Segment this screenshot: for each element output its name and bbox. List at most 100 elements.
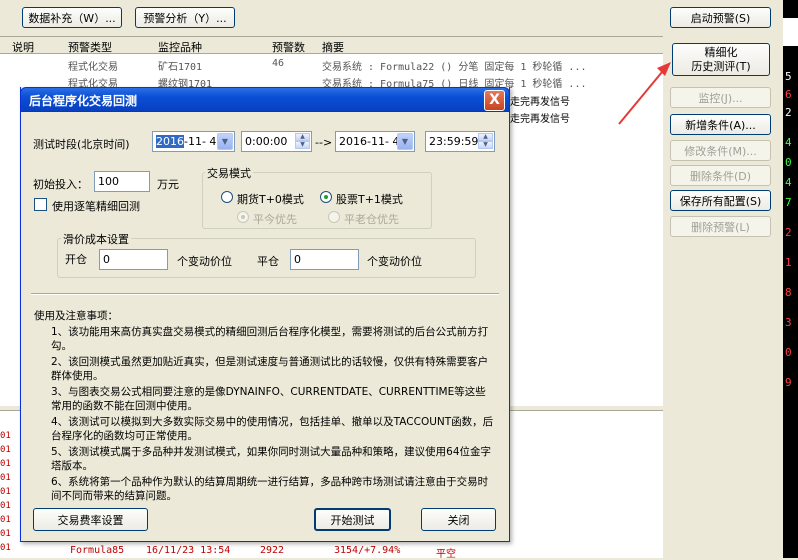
backtest-dialog: 后台程序化交易回测 X 测试时段(北京时间) 2016-11- 4 ▼ 0:00…	[20, 87, 510, 542]
fine-backtest-label: 使用逐笔精细回测	[52, 200, 140, 213]
close-dialog-button[interactable]: 关闭	[421, 508, 496, 531]
close-position-label: 平仓	[257, 255, 279, 268]
note-item: 2、该回测模式虽然更加贴近真实，但是测试速度与普通测试比的话较慢，仅供有特殊需要…	[51, 356, 489, 382]
spinner-arrows-icon[interactable]: ▲ ▼	[295, 133, 310, 150]
fine-history-label-2: 历史测评(T)	[691, 59, 751, 73]
row-marker: 01	[0, 543, 11, 553]
modify-condition-button[interactable]: 修改条件(M)...	[670, 140, 771, 161]
divider	[31, 293, 499, 295]
fine-backtest-checkbox[interactable]	[34, 198, 47, 211]
note-item: 3、与图表交易公式相同要注意的是像DYNAINFO、CURRENTDATE、CU…	[51, 386, 486, 412]
futures-mode-label: 期货T+0模式	[237, 193, 304, 206]
row-marker: 01	[0, 431, 11, 441]
start-date-rest: -11- 4	[184, 135, 217, 148]
cell-datetime: 16/11/23 13:54	[146, 545, 231, 556]
chart-number: 5	[785, 70, 792, 83]
chart-number: 6	[785, 88, 792, 101]
col-header-variety[interactable]: 监控品种	[158, 39, 202, 55]
stock-mode-radio[interactable]	[320, 191, 332, 203]
chevron-down-icon[interactable]: ▼	[397, 133, 413, 150]
end-time-value: 23:59:59	[429, 135, 479, 148]
col-header-count[interactable]: 预警数	[272, 39, 305, 55]
close-slippage-input[interactable]: 0	[290, 249, 359, 270]
trade-mode-title: 交易模式	[205, 165, 253, 181]
delete-condition-button[interactable]: 删除条件(D)	[670, 165, 771, 186]
close-today-first-radio[interactable]	[237, 211, 249, 223]
futures-mode-radio[interactable]	[221, 191, 233, 203]
row-marker: 01	[0, 501, 11, 511]
fee-settings-button[interactable]: 交易费率设置	[33, 508, 148, 531]
row-marker: 01	[0, 515, 11, 525]
toolbar: 数据补充（W）... 预警分析（Y）...	[0, 0, 663, 36]
dialog-titlebar[interactable]: 后台程序化交易回测 X	[20, 87, 510, 112]
stock-mode-label: 股票T+1模式	[336, 193, 403, 206]
chart-window-edge: 5 6 2 4 0 4 7 2 1 8 3 0 9	[783, 0, 798, 558]
note-item: 6、系统将第一个品种作为默认的结算周期统一进行结算，多品种跨市场测试请注意由于交…	[51, 476, 489, 502]
cell-summary: 交易系统 : Formula22 () 分笔 固定每 1 秒轮循 ...	[322, 62, 587, 73]
initial-investment-unit: 万元	[157, 178, 179, 191]
fine-history-label-1: 精细化	[704, 45, 738, 59]
cell-value: 2922	[260, 545, 285, 556]
row-marker: 01	[0, 445, 11, 455]
close-slippage-unit: 个变动价位	[367, 255, 422, 268]
chart-number: 0	[785, 346, 792, 359]
open-position-label: 开仓	[65, 253, 87, 266]
open-slippage-input[interactable]: 0	[99, 249, 168, 270]
cell-summary: 走完再发信号	[510, 97, 570, 108]
data-supplement-button[interactable]: 数据补充（W）...	[22, 7, 122, 28]
end-time-spinner[interactable]: 23:59:59 ▲ ▼	[425, 131, 495, 152]
monitor-button[interactable]: 监控(J)...	[670, 87, 771, 108]
save-all-config-button[interactable]: 保存所有配置(S)	[670, 190, 771, 211]
cell-summary: 走完再发信号	[510, 114, 570, 125]
chart-number: 4	[785, 176, 792, 189]
usage-notes: 使用及注意事项： 1、该功能用来高仿真实盘交易模式的精细回测后台程序化模型，需要…	[34, 309, 496, 505]
notes-title: 使用及注意事项：	[34, 310, 118, 322]
start-alert-button[interactable]: 启动预警(S)	[670, 7, 771, 28]
row-marker: 01	[0, 529, 11, 539]
period-label: 测试时段(北京时间)	[33, 138, 130, 151]
open-slippage-unit: 个变动价位	[177, 255, 232, 268]
close-old-first-label: 平老仓优先	[344, 213, 399, 226]
table-row[interactable]: 程式化交易 矿石1701 46 交易系统 : Formula22 () 分笔 固…	[0, 56, 663, 73]
note-item: 1、该功能用来高仿真实盘交易模式的精细回测后台程序化模型，需要将测试的后台公式前…	[51, 326, 489, 352]
col-header-summary[interactable]: 摘要	[322, 39, 344, 55]
close-old-first-radio[interactable]	[328, 211, 340, 223]
start-test-button[interactable]: 开始测试	[314, 508, 391, 531]
add-condition-button[interactable]: 新增条件(A)...	[670, 114, 771, 135]
end-date-combo[interactable]: 2016-11- 4 ▼	[335, 131, 415, 152]
slippage-title: 滑价成本设置	[61, 231, 131, 247]
row-marker: 01	[0, 473, 11, 483]
start-date-year: 2016	[156, 135, 184, 148]
chart-number: 4	[785, 136, 792, 149]
row-marker: 01	[0, 487, 11, 497]
chevron-down-icon[interactable]: ▼	[217, 133, 233, 150]
chart-number: 7	[785, 196, 792, 209]
row-marker: 01	[0, 459, 11, 469]
close-today-first-label: 平今优先	[253, 213, 297, 226]
cell-type: 程式化交易	[68, 62, 118, 73]
chart-number: 3	[785, 316, 792, 329]
spinner-arrows-icon[interactable]: ▲ ▼	[478, 133, 493, 150]
start-date-combo[interactable]: 2016-11- 4 ▼	[152, 131, 235, 152]
start-time-value: 0:00:00	[245, 135, 288, 148]
dialog-title: 后台程序化交易回测	[29, 94, 138, 108]
delete-alert-button[interactable]: 删除预警(L)	[670, 216, 771, 237]
cell-formula: Formula85	[70, 545, 125, 556]
chart-number: 0	[785, 156, 792, 169]
initial-investment-label: 初始投入：	[33, 178, 88, 191]
alert-analysis-button[interactable]: 预警分析（Y）...	[135, 7, 235, 28]
start-time-spinner[interactable]: 0:00:00 ▲ ▼	[241, 131, 312, 152]
col-header-description[interactable]: 说明	[12, 39, 34, 55]
chart-number: 8	[785, 286, 792, 299]
initial-investment-input[interactable]: 100	[94, 171, 150, 192]
fine-history-button[interactable]: 精细化 历史测评(T)	[672, 43, 770, 76]
close-icon[interactable]: X	[484, 90, 505, 111]
cell-count: 46	[272, 58, 285, 69]
cell-variety: 矿石1701	[158, 62, 203, 73]
chart-number: 2	[785, 226, 792, 239]
note-item: 4、该测试可以模拟到大多数实际交易中的使用情况，包括挂单、撤单以及TACCOUN…	[51, 416, 494, 442]
cell-ratio: 3154/+7.94%	[334, 545, 401, 556]
note-item: 5、该测试模式属于多品种并发测试模式，如果你同时测试大量品种和策略，建议使用64…	[51, 446, 492, 472]
grid-header: 说明 预警类型 监控品种 预警数 摘要	[0, 37, 663, 54]
col-header-alert-type[interactable]: 预警类型	[68, 39, 112, 55]
